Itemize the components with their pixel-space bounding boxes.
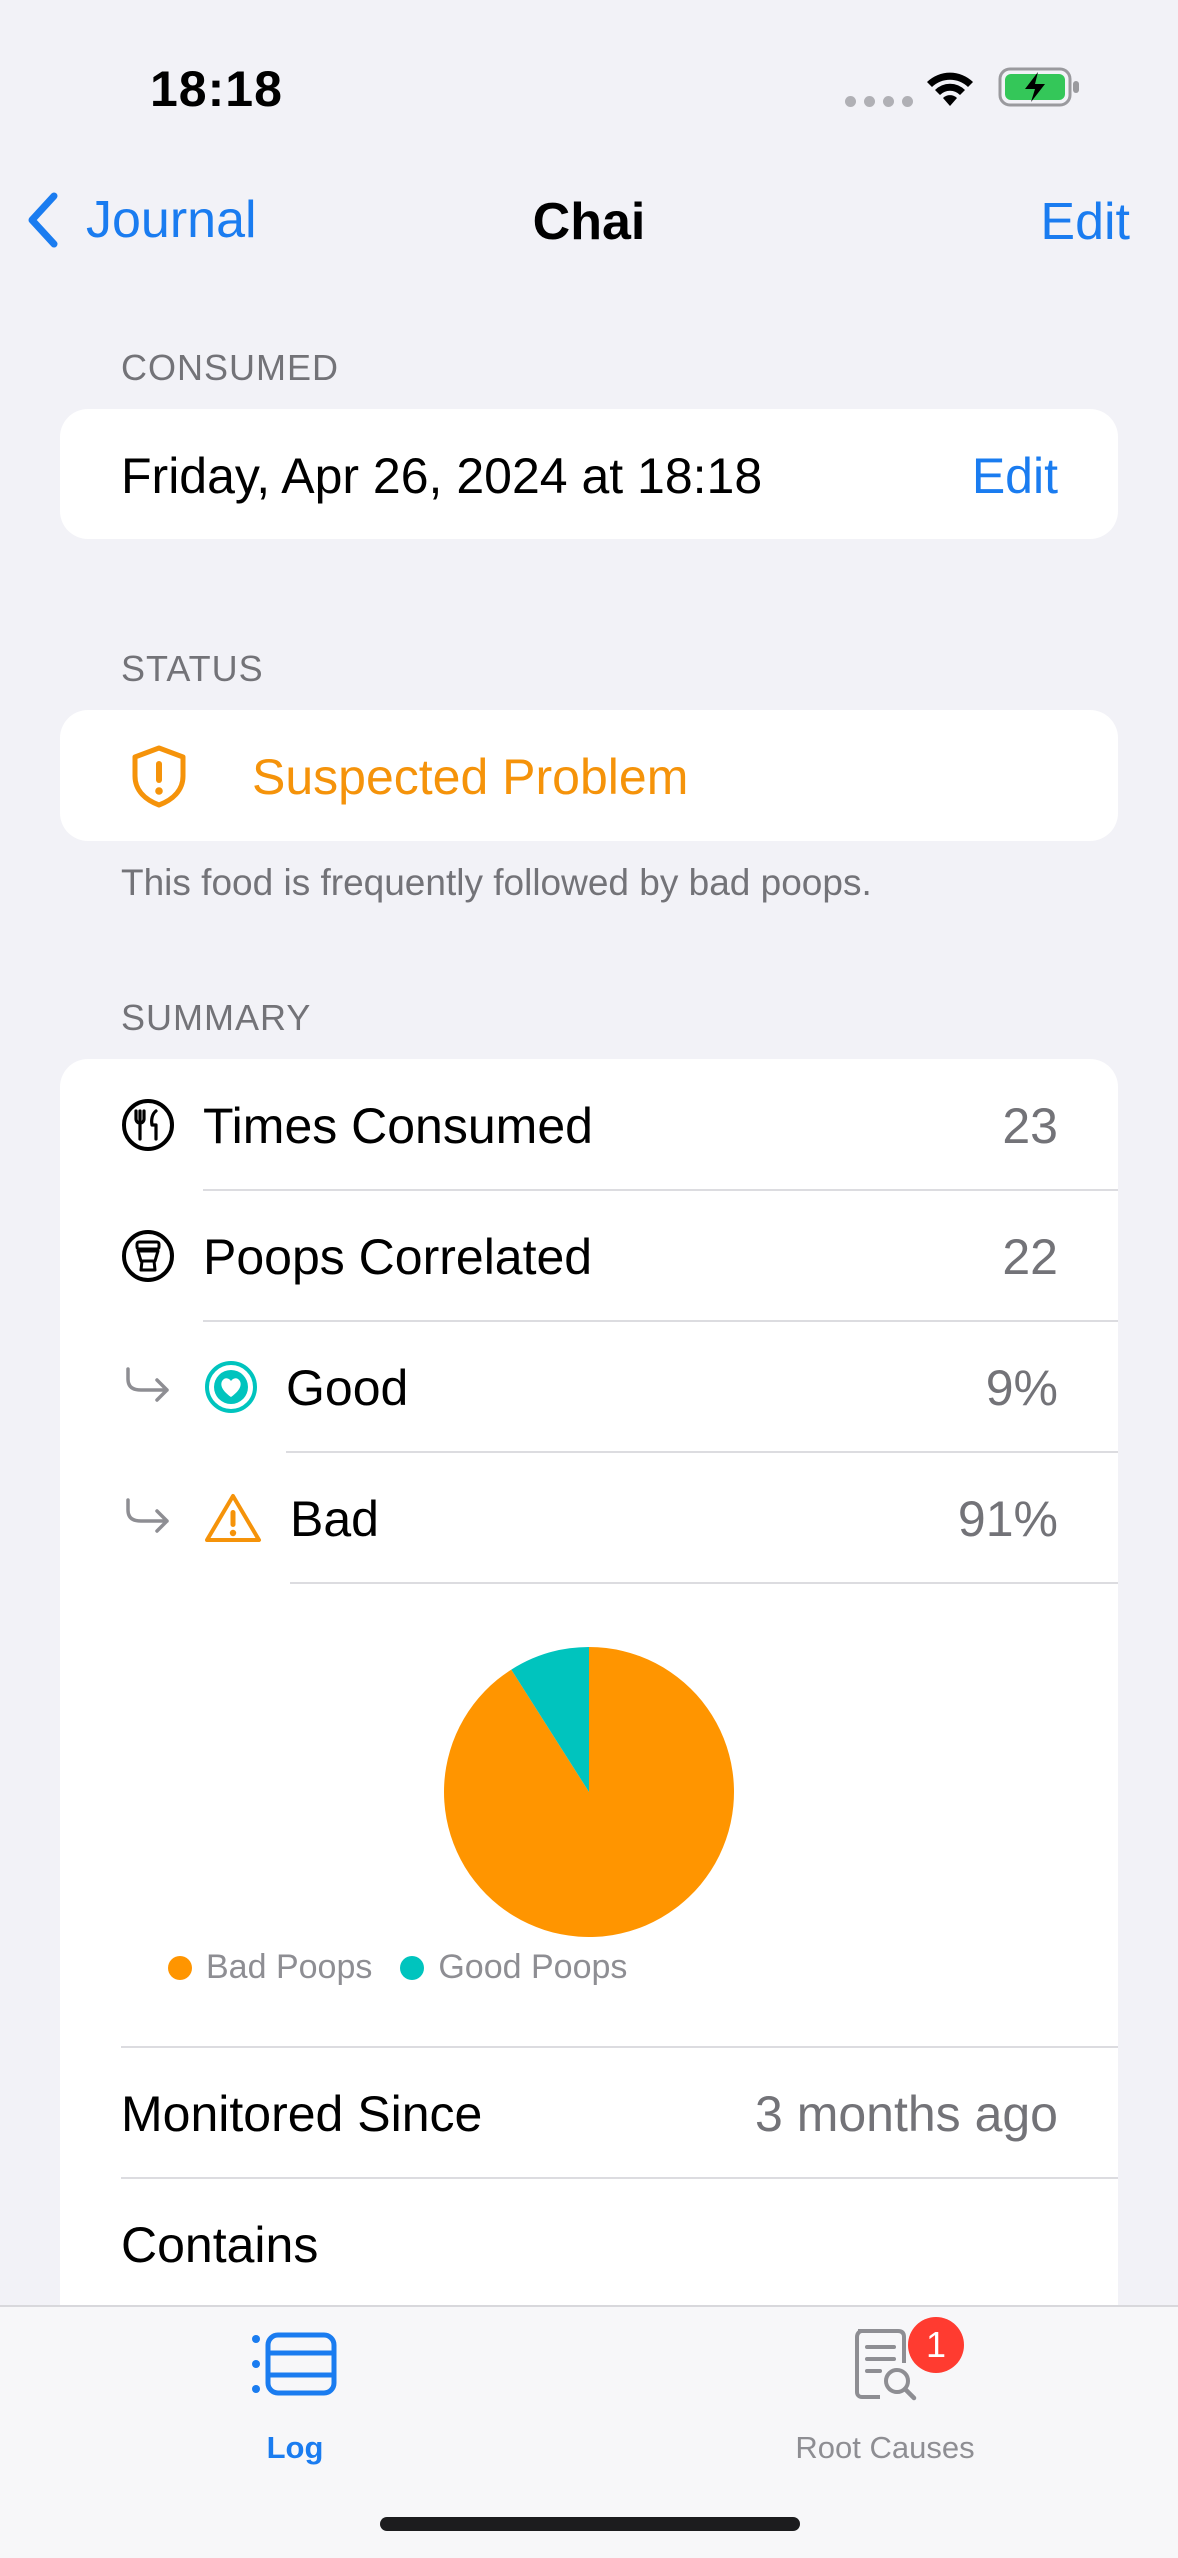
cellular-signal-icon xyxy=(845,96,913,107)
tab-log-label: Log xyxy=(266,2430,324,2465)
arrow-turn-right-icon xyxy=(126,1367,169,1402)
tab-root-causes[interactable]: Root Causes xyxy=(735,2307,1035,2467)
summary-row-bad: Bad 91% xyxy=(60,1452,1118,1583)
status-header: STATUS xyxy=(121,648,264,689)
chart-legend: Bad Poops Good Poops xyxy=(168,1948,627,1987)
tab-log[interactable]: Log xyxy=(145,2307,445,2467)
divider xyxy=(290,1582,1118,1584)
consumed-date: Friday, Apr 26, 2024 at 18:18 xyxy=(121,448,763,504)
tab-root-causes-label: Root Causes xyxy=(795,2430,975,2465)
edit-button[interactable]: Edit xyxy=(1040,192,1130,252)
summary-card: Times Consumed 23 Poops Correlated 22 Go… xyxy=(60,1059,1118,2359)
contains-label: Contains xyxy=(121,2217,319,2273)
warning-triangle-icon xyxy=(205,1494,261,1542)
toilet-circle-icon xyxy=(122,1230,174,1282)
battery-charging-icon xyxy=(998,67,1079,107)
legend-dot-bad xyxy=(168,1955,192,1980)
fork-knife-circle-icon xyxy=(122,1099,174,1151)
status-footnote: This food is frequently followed by bad … xyxy=(121,862,872,903)
consumed-header: CONSUMED xyxy=(121,347,340,388)
summary-row-good: Good 9% xyxy=(60,1321,1118,1452)
poops-correlated-label: Poops Correlated xyxy=(203,1229,593,1285)
times-consumed-label: Times Consumed xyxy=(203,1098,593,1154)
shield-exclamation-icon xyxy=(132,745,186,808)
heart-circle-icon xyxy=(205,1361,257,1413)
bad-label: Bad xyxy=(290,1491,379,1547)
good-label: Good xyxy=(286,1360,409,1416)
legend-dot-good xyxy=(400,1955,425,1980)
times-consumed-value: 23 xyxy=(1002,1098,1058,1154)
list-icon xyxy=(252,2332,337,2396)
legend-label-bad: Bad Poops xyxy=(206,1948,373,1986)
summary-header: SUMMARY xyxy=(121,997,312,1038)
wifi-icon xyxy=(927,72,973,106)
status-card[interactable]: Suspected Problem xyxy=(60,710,1118,841)
good-value: 9% xyxy=(985,1360,1058,1416)
summary-row-times-consumed: Times Consumed 23 xyxy=(60,1059,1118,1190)
notification-badge: 1 xyxy=(908,2317,964,2373)
page-title: Chai xyxy=(532,193,646,251)
status-label: Suspected Problem xyxy=(252,749,689,805)
monitored-since-value: 3 months ago xyxy=(755,2086,1058,2142)
home-indicator xyxy=(380,2517,800,2531)
summary-row-poops-correlated: Poops Correlated 22 xyxy=(60,1190,1118,1321)
status-time: 18:18 xyxy=(150,61,283,117)
legend-label-good: Good Poops xyxy=(438,1948,628,1986)
bad-value: 91% xyxy=(957,1491,1058,1547)
monitored-since-label: Monitored Since xyxy=(121,2086,483,2142)
consumed-card: Friday, Apr 26, 2024 at 18:18 Edit xyxy=(60,409,1118,539)
poop-pie-chart xyxy=(444,1647,734,1937)
poops-correlated-value: 22 xyxy=(1002,1229,1058,1285)
monitored-since-row: Monitored Since 3 months ago xyxy=(60,2047,1118,2178)
consumed-edit-button[interactable]: Edit xyxy=(972,447,1058,505)
arrow-turn-right-icon xyxy=(126,1498,169,1533)
contains-row[interactable]: Contains xyxy=(60,2178,1118,2309)
